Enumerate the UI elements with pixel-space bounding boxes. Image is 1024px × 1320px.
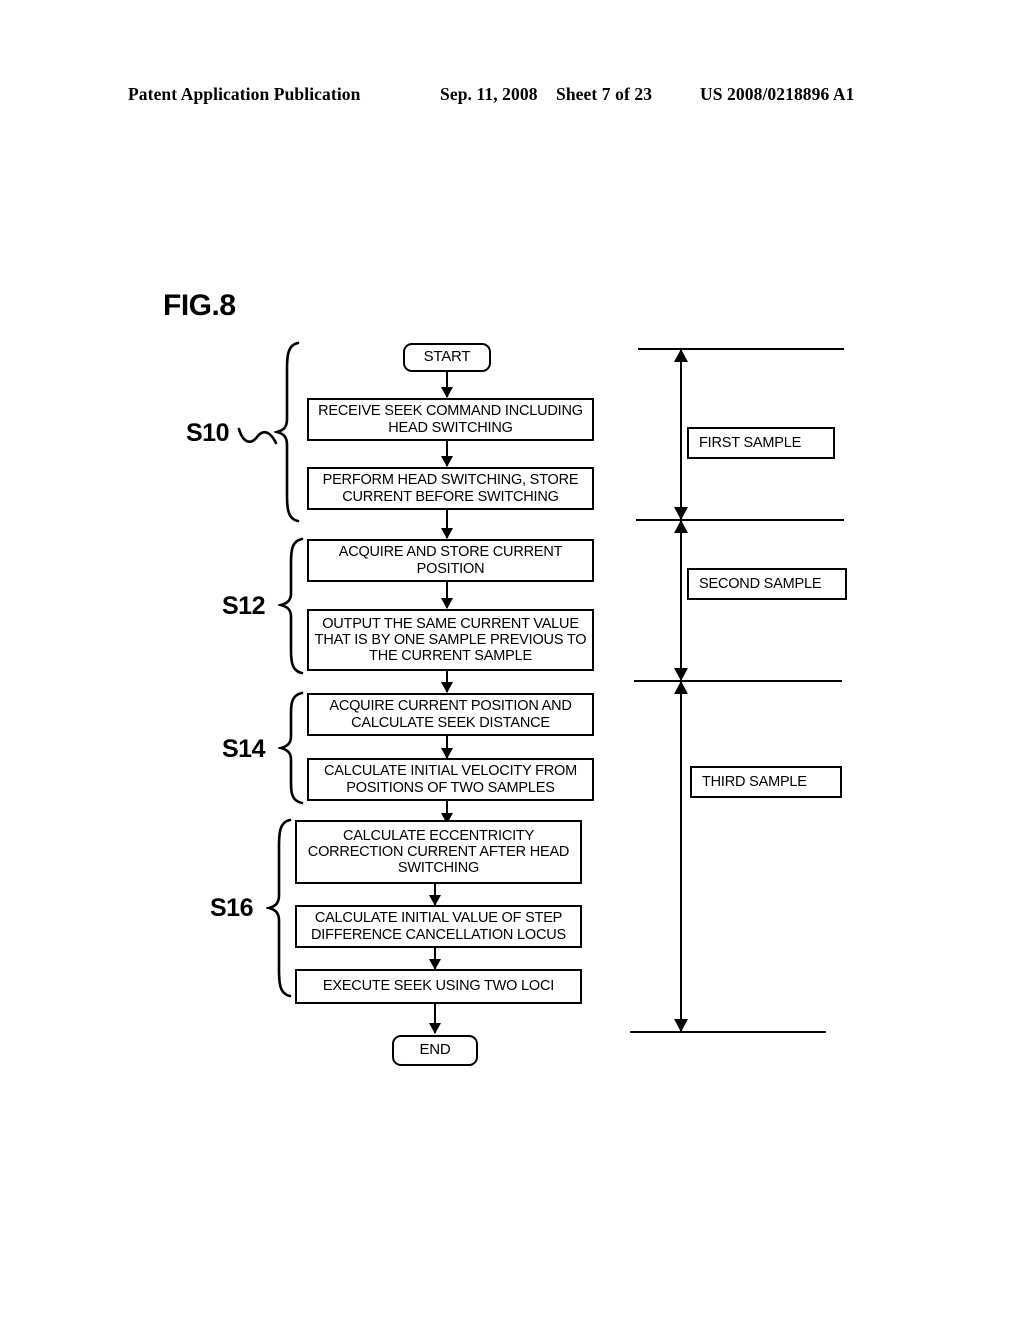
sample-span-second	[680, 520, 682, 680]
sample-arrow-third-up	[674, 681, 688, 694]
connector-arrow-b1-to-b2	[446, 441, 448, 466]
sample-arrow-first-up	[674, 349, 688, 362]
flowchart-box-receive-seek-command: RECEIVE SEEK COMMAND INCLUDING HEAD SWIT…	[307, 398, 594, 441]
connector-arrow-b3-to-b4	[446, 582, 448, 608]
flowchart-end-node: END	[392, 1035, 478, 1066]
sample-arrow-third-down	[674, 1019, 688, 1032]
step-brace-s14	[278, 691, 304, 805]
sample-span-third	[680, 681, 682, 1031]
flowchart-box-acquire-position-calculate-seek-distance: ACQUIRE CURRENT POSITION AND CALCULATE S…	[307, 693, 594, 736]
step-brace-s12	[278, 537, 304, 675]
flowchart-box-calculate-eccentricity-correction: CALCULATE ECCENTRICITY CORRECTION CURREN…	[295, 820, 582, 884]
page-header: Patent Application Publication Sep. 11, …	[0, 84, 1024, 110]
flowchart-box-perform-head-switching: PERFORM HEAD SWITCHING, STORE CURRENT BE…	[307, 467, 594, 510]
header-patent-number: US 2008/0218896 A1	[700, 84, 855, 104]
sample-label-first: FIRST SAMPLE	[687, 427, 835, 459]
connector-arrow-start-to-b1	[446, 372, 448, 397]
header-sheet-text: Sheet 7 of 23	[556, 84, 653, 104]
flowchart-box-output-same-current-value: OUTPUT THE SAME CURRENT VALUE THAT IS BY…	[307, 609, 594, 671]
step-label-s14: S14	[222, 735, 265, 763]
flowchart-box-calculate-initial-value-step-difference: CALCULATE INITIAL VALUE OF STEP DIFFEREN…	[295, 905, 582, 948]
flowchart-box-execute-seek-using-two-loci: EXECUTE SEEK USING TWO LOCI	[295, 969, 582, 1004]
sample-arrow-first-down	[674, 507, 688, 520]
connector-arrow-b8-to-b9	[434, 948, 436, 969]
connector-arrow-b2-to-b3	[446, 510, 448, 538]
step-label-s10: S10	[186, 419, 229, 447]
sample-rule-bottom	[630, 1031, 826, 1033]
flowchart-start-node: START	[403, 343, 491, 372]
connector-arrow-b7-to-b8	[434, 884, 436, 905]
sample-rule-top	[638, 348, 844, 350]
sample-label-third: THIRD SAMPLE	[690, 766, 842, 798]
connector-arrow-b4-to-b5	[446, 671, 448, 692]
step-label-s16: S16	[210, 894, 253, 922]
sample-span-first	[680, 349, 682, 519]
sample-arrow-second-up	[674, 520, 688, 533]
flowchart-box-acquire-store-current-position: ACQUIRE AND STORE CURRENT POSITION	[307, 539, 594, 582]
step-squiggle-s10	[237, 425, 279, 454]
step-label-s12: S12	[222, 592, 265, 620]
connector-arrow-b9-to-end	[434, 1004, 436, 1033]
sample-rule-second	[636, 519, 844, 521]
sample-rule-third	[634, 680, 842, 682]
header-publication-text: Patent Application Publication	[128, 84, 361, 104]
connector-arrow-b5-to-b6	[446, 736, 448, 758]
figure-label: FIG.8	[163, 289, 236, 322]
flowchart-box-calculate-initial-velocity: CALCULATE INITIAL VELOCITY FROM POSITION…	[307, 758, 594, 801]
sample-label-second: SECOND SAMPLE	[687, 568, 847, 600]
step-brace-s16	[266, 818, 292, 998]
header-date-text: Sep. 11, 2008	[440, 84, 538, 104]
sample-arrow-second-down	[674, 668, 688, 681]
